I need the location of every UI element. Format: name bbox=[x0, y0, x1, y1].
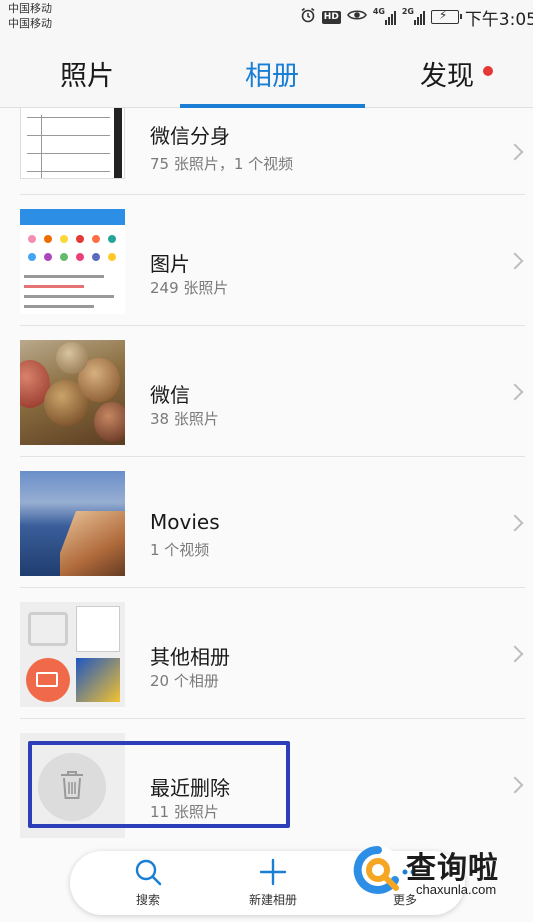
album-thumbnail bbox=[20, 340, 125, 445]
carrier-label-1: 中国移动 bbox=[8, 2, 52, 15]
watermark-text: 查询啦 bbox=[406, 851, 499, 886]
album-thumbnail bbox=[20, 733, 125, 838]
album-row-wechat-clone[interactable]: 微信分身 75 张照片，1 个视频 bbox=[0, 108, 533, 195]
carrier-label-2: 中国移动 bbox=[8, 17, 52, 30]
album-count: 20 个相册 bbox=[150, 672, 219, 690]
chevron-right-icon bbox=[506, 645, 524, 663]
chevron-right-icon bbox=[506, 514, 524, 532]
signal-icon-2: 2G bbox=[401, 7, 425, 25]
tab-discover[interactable]: 发现 bbox=[420, 54, 474, 93]
album-count: 75 张照片，1 个视频 bbox=[150, 155, 294, 173]
plus-icon bbox=[228, 857, 318, 887]
tab-bar: 照片 相册 发现 bbox=[0, 36, 533, 108]
album-list[interactable]: 微信分身 75 张照片，1 个视频 图片 249 张照片 微信 38 张照片 M… bbox=[0, 108, 533, 922]
new-album-button[interactable]: 新建相册 bbox=[228, 857, 318, 908]
search-icon bbox=[103, 857, 193, 887]
tab-albums[interactable]: 相册 bbox=[245, 54, 299, 93]
search-label: 搜索 bbox=[135, 893, 160, 907]
album-row-other-albums[interactable]: 其他相册 20 个相册 bbox=[0, 588, 533, 719]
album-thumbnail bbox=[20, 602, 125, 707]
album-count: 38 张照片 bbox=[150, 410, 219, 428]
notification-dot bbox=[483, 66, 493, 76]
signal-icon-1: 4G bbox=[372, 7, 396, 25]
battery-icon: ⚡ bbox=[430, 8, 462, 24]
album-title: Movies bbox=[150, 510, 220, 534]
search-button[interactable]: 搜索 bbox=[103, 857, 193, 908]
album-title: 最近删除 bbox=[150, 776, 230, 800]
new-album-label: 新建相册 bbox=[248, 893, 297, 907]
status-icons: HD 4G 2G ⚡ 下午3:05 bbox=[300, 6, 533, 30]
album-title: 图片 bbox=[150, 252, 190, 276]
tab-photos[interactable]: 照片 bbox=[60, 54, 114, 93]
album-title: 微信分身 bbox=[150, 124, 230, 148]
chevron-right-icon bbox=[506, 143, 524, 161]
album-thumbnail bbox=[20, 209, 125, 314]
watermark: 查询啦 chaxunla.com bbox=[352, 840, 527, 900]
network-type-1: 4G bbox=[372, 7, 385, 16]
album-title: 其他相册 bbox=[150, 645, 230, 669]
hd-icon: HD bbox=[321, 10, 341, 24]
eye-icon bbox=[346, 8, 367, 26]
album-count: 249 张照片 bbox=[150, 279, 229, 297]
status-bar: 中国移动 中国移动 HD 4G 2G ⚡ 下午3:05 bbox=[0, 0, 533, 36]
album-thumbnail bbox=[20, 108, 125, 179]
trash-icon bbox=[58, 769, 86, 805]
album-thumbnail bbox=[20, 471, 125, 576]
chevron-right-icon bbox=[506, 776, 524, 794]
album-count: 11 张照片 bbox=[150, 803, 219, 821]
chevron-right-icon bbox=[506, 383, 524, 401]
network-type-2: 2G bbox=[401, 7, 414, 16]
alarm-icon bbox=[300, 7, 316, 27]
album-row-movies[interactable]: Movies 1 个视频 bbox=[0, 457, 533, 588]
clock: 下午3:05 bbox=[464, 9, 533, 30]
album-row-recently-deleted[interactable]: 最近删除 11 张照片 bbox=[0, 719, 533, 850]
watermark-url: chaxunla.com bbox=[416, 882, 497, 897]
album-row-wechat[interactable]: 微信 38 张照片 bbox=[0, 326, 533, 457]
chevron-right-icon bbox=[506, 252, 524, 270]
album-title: 微信 bbox=[150, 383, 190, 407]
watermark-logo-icon bbox=[353, 845, 402, 894]
album-count: 1 个视频 bbox=[150, 541, 210, 559]
album-row-pictures[interactable]: 图片 249 张照片 bbox=[0, 195, 533, 326]
